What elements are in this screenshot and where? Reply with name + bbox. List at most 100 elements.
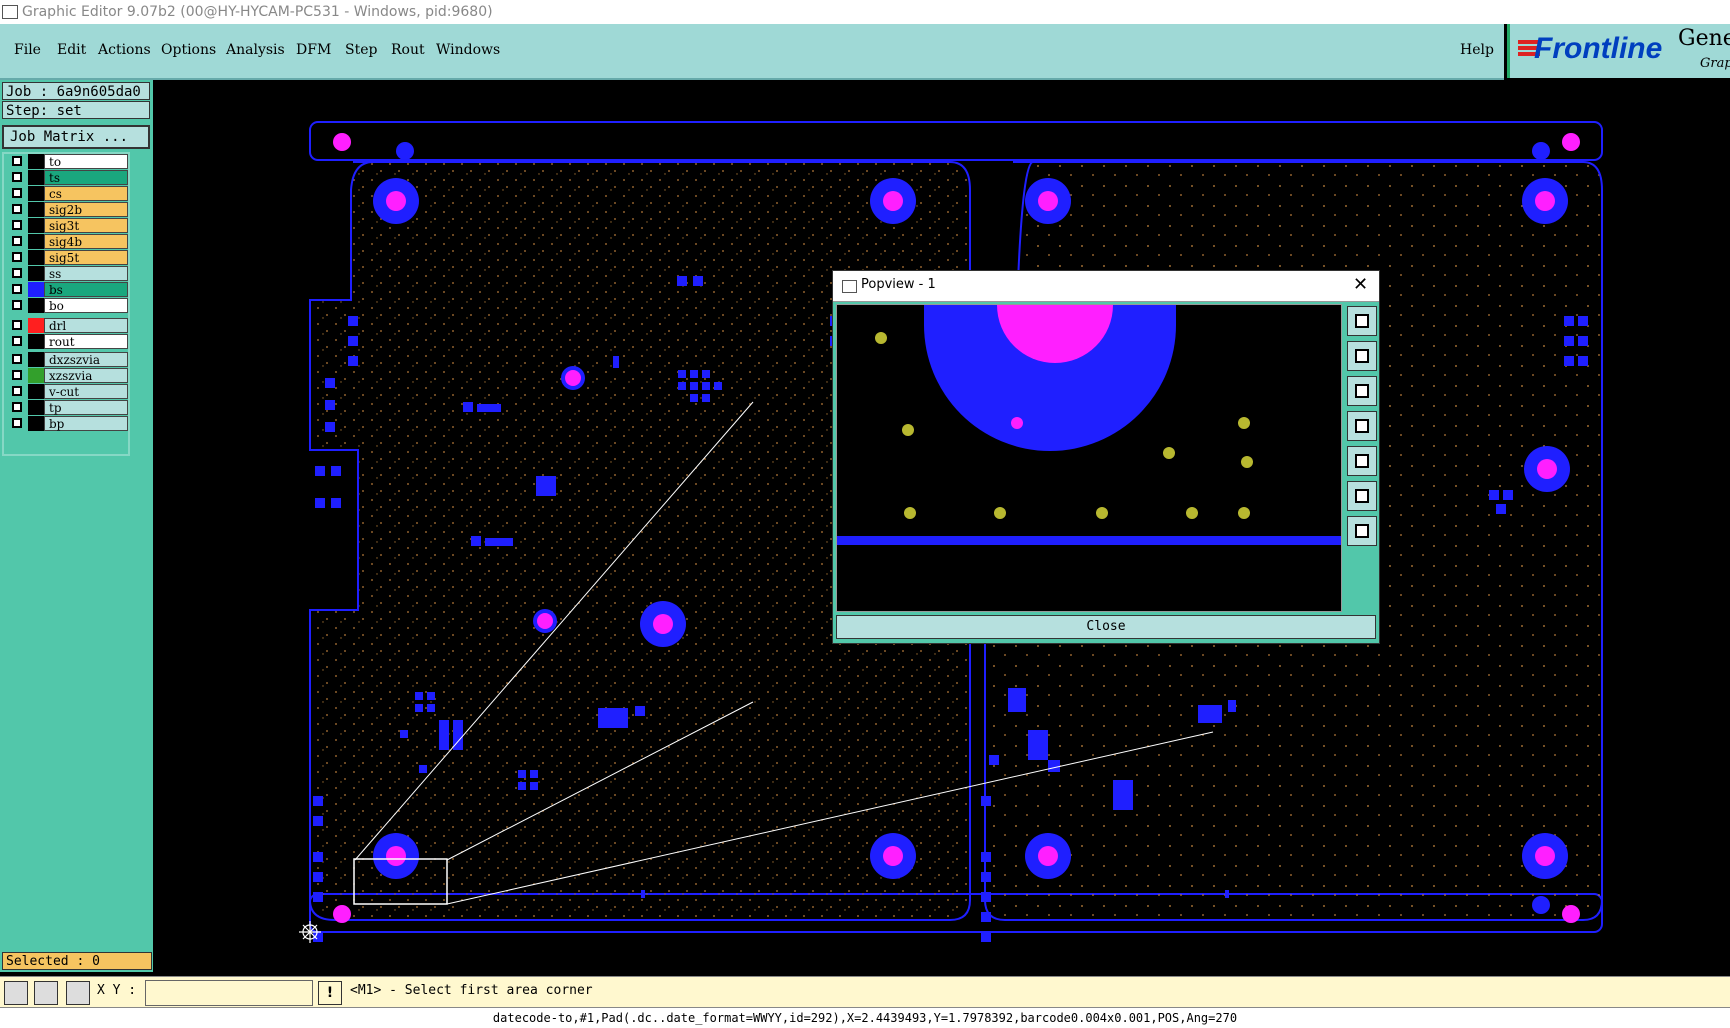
pan-left-button[interactable]: [1347, 411, 1377, 441]
layer-row-cs[interactable]: cs: [8, 186, 128, 201]
menu-edit[interactable]: Edit: [57, 42, 86, 58]
layer-row-sig3t[interactable]: sig3t: [8, 218, 128, 233]
layer-name[interactable]: ts: [44, 170, 128, 185]
layer-color-swatch[interactable]: [28, 384, 44, 399]
layer-name[interactable]: sig3t: [44, 218, 128, 233]
alert-icon[interactable]: !: [318, 981, 342, 1005]
xy-input[interactable]: [145, 980, 313, 1006]
layer-checkbox[interactable]: [12, 204, 22, 214]
menu-rout[interactable]: Rout: [391, 42, 425, 58]
close-icon[interactable]: ✕: [1353, 274, 1368, 295]
status-message: <M1> - Select first area corner: [350, 983, 593, 998]
layer-name[interactable]: bo: [44, 298, 128, 313]
layer-name[interactable]: bp: [44, 416, 128, 431]
layer-name[interactable]: drl: [44, 318, 128, 333]
menu-analysis[interactable]: Analysis: [226, 42, 285, 58]
layer-color-swatch[interactable]: [28, 202, 44, 217]
layer-checkbox[interactable]: [12, 386, 22, 396]
layer-checkbox[interactable]: [12, 320, 22, 330]
layer-name[interactable]: sig2b: [44, 202, 128, 217]
job-matrix-button[interactable]: Job Matrix ...: [2, 125, 150, 149]
layer-row-bp[interactable]: bp: [8, 416, 128, 431]
zoom-fit-button[interactable]: [1347, 306, 1377, 336]
menu-help[interactable]: Help: [1460, 42, 1494, 58]
zoom-in-button[interactable]: [1347, 481, 1377, 511]
measure-mode-button[interactable]: [34, 981, 58, 1005]
layer-color-swatch[interactable]: [28, 318, 44, 333]
layer-checkbox[interactable]: [12, 370, 22, 380]
pan-right-button[interactable]: [1347, 446, 1377, 476]
layer-row-sig2b[interactable]: sig2b: [8, 202, 128, 217]
layer-row-ss[interactable]: ss: [8, 266, 128, 281]
layer-row-to[interactable]: to: [8, 154, 128, 169]
layer-color-swatch[interactable]: [28, 416, 44, 431]
pan-down-button[interactable]: [1347, 376, 1377, 406]
fiducial-pad: [1562, 133, 1580, 151]
layer-row-bo[interactable]: bo: [8, 298, 128, 313]
layer-color-swatch[interactable]: [28, 250, 44, 265]
layer-checkbox[interactable]: [12, 354, 22, 364]
menu-options[interactable]: Options: [161, 42, 216, 58]
layer-color-swatch[interactable]: [28, 266, 44, 281]
layer-name[interactable]: rout: [44, 334, 128, 349]
layer-color-swatch[interactable]: [28, 154, 44, 169]
popview-canvas[interactable]: [836, 304, 1342, 612]
layer-name[interactable]: tp: [44, 400, 128, 415]
layer-name[interactable]: dxzszvia: [44, 352, 128, 367]
feature-info: datecode-to,#1,Pad(.dc..date_format=WWYY…: [0, 1007, 1730, 1028]
layer-row-drl[interactable]: drl: [8, 318, 128, 333]
fiducial-pad: [396, 142, 414, 160]
popview-close-button[interactable]: Close: [836, 615, 1376, 639]
zoom-out-button[interactable]: [1347, 516, 1377, 546]
menu-dfm[interactable]: DFM: [296, 42, 331, 58]
layer-color-swatch[interactable]: [28, 400, 44, 415]
layer-row-ts[interactable]: ts: [8, 170, 128, 185]
fiducial-pad: [1532, 142, 1550, 160]
layer-checkbox[interactable]: [12, 402, 22, 412]
layer-color-swatch[interactable]: [28, 368, 44, 383]
layer-row-xzszvia[interactable]: xzszvia: [8, 368, 128, 383]
layer-name[interactable]: bs: [44, 282, 128, 297]
layer-row-bs[interactable]: bs: [8, 282, 128, 297]
select-mode-button[interactable]: [4, 981, 28, 1005]
layer-checkbox[interactable]: [12, 236, 22, 246]
layer-checkbox[interactable]: [12, 252, 22, 262]
layer-name[interactable]: cs: [44, 186, 128, 201]
layer-checkbox[interactable]: [12, 418, 22, 428]
layer-checkbox[interactable]: [12, 188, 22, 198]
layer-row-v-cut[interactable]: v-cut: [8, 384, 128, 399]
layer-checkbox[interactable]: [12, 336, 22, 346]
layer-color-swatch[interactable]: [28, 234, 44, 249]
layer-name[interactable]: sig4b: [44, 234, 128, 249]
layer-color-swatch[interactable]: [28, 282, 44, 297]
layer-name[interactable]: to: [44, 154, 128, 169]
layer-checkbox[interactable]: [12, 268, 22, 278]
pan-up-button[interactable]: [1347, 341, 1377, 371]
layer-row-dxzszvia[interactable]: dxzszvia: [8, 352, 128, 367]
menu-file[interactable]: File: [14, 42, 41, 58]
layer-name[interactable]: xzszvia: [44, 368, 128, 383]
layer-checkbox[interactable]: [12, 220, 22, 230]
layer-checkbox[interactable]: [12, 172, 22, 182]
layer-color-swatch[interactable]: [28, 218, 44, 233]
layer-name[interactable]: sig5t: [44, 250, 128, 265]
layer-row-sig5t[interactable]: sig5t: [8, 250, 128, 265]
layer-row-sig4b[interactable]: sig4b: [8, 234, 128, 249]
layer-color-swatch[interactable]: [28, 186, 44, 201]
menu-windows[interactable]: Windows: [436, 42, 500, 58]
layer-row-tp[interactable]: tp: [8, 400, 128, 415]
layer-row-rout[interactable]: rout: [8, 334, 128, 349]
window-title: Graphic Editor 9.07b2 (00@HY-HYCAM-PC531…: [22, 4, 493, 20]
layer-color-swatch[interactable]: [28, 170, 44, 185]
layer-checkbox[interactable]: [12, 300, 22, 310]
menu-actions[interactable]: Actions: [98, 42, 151, 58]
layer-name[interactable]: v-cut: [44, 384, 128, 399]
layer-checkbox[interactable]: [12, 284, 22, 294]
layer-name[interactable]: ss: [44, 266, 128, 281]
layer-color-swatch[interactable]: [28, 334, 44, 349]
grid-mode-button[interactable]: [66, 981, 90, 1005]
layer-color-swatch[interactable]: [28, 352, 44, 367]
layer-color-swatch[interactable]: [28, 298, 44, 313]
menu-step[interactable]: Step: [345, 42, 377, 58]
layer-checkbox[interactable]: [12, 156, 22, 166]
